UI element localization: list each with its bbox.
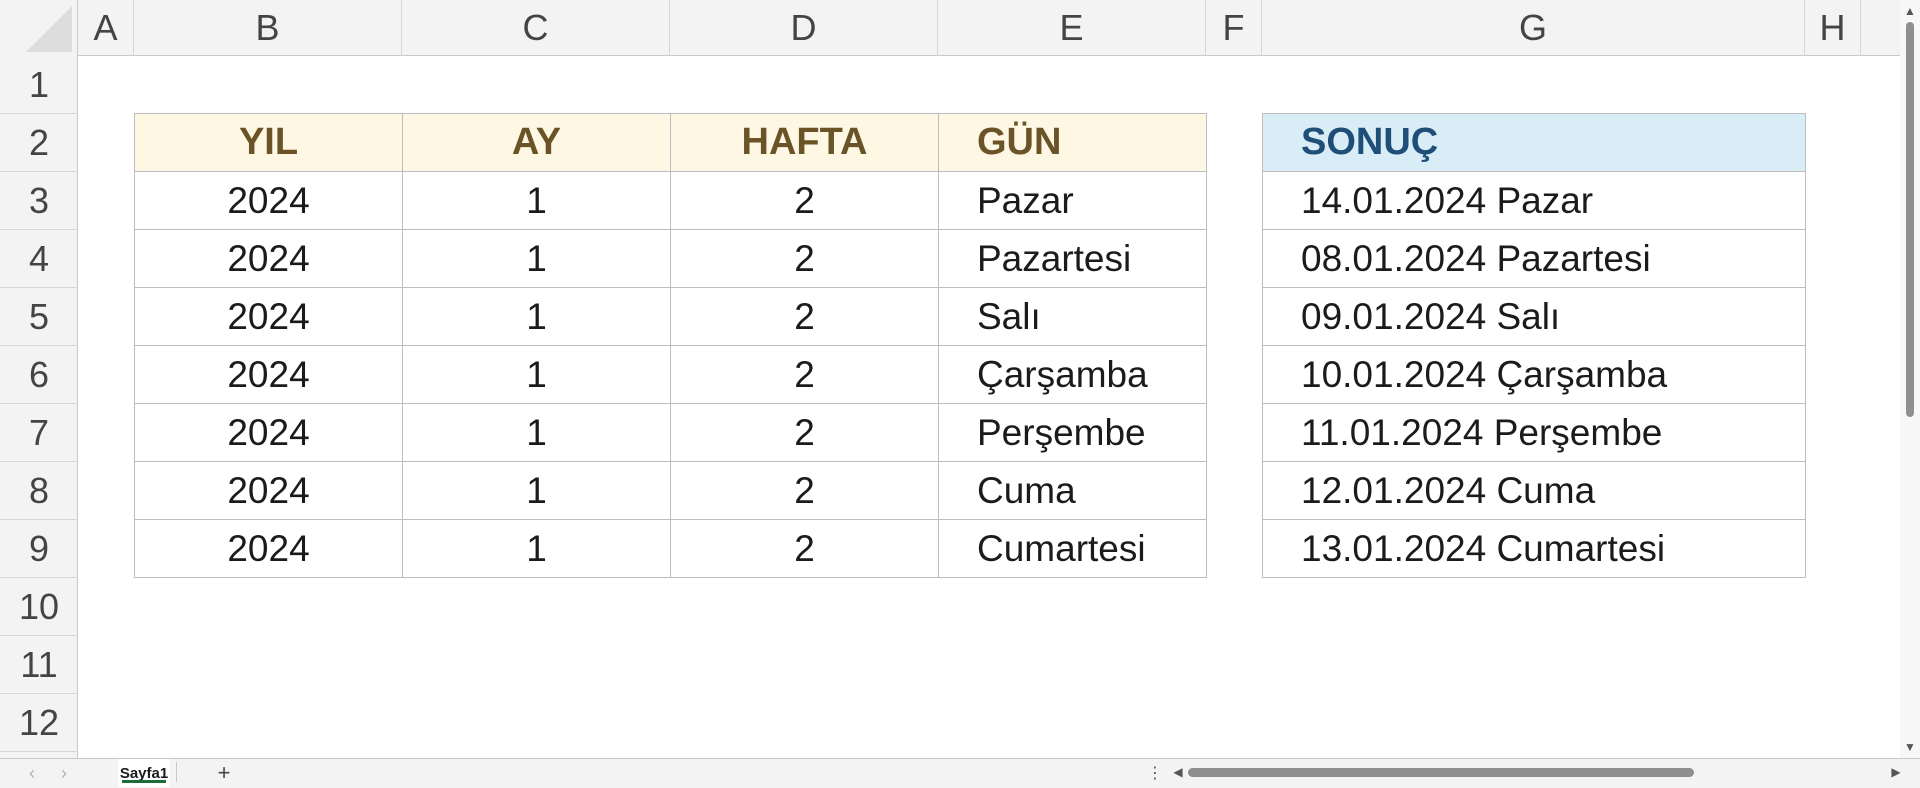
- cell-sonuc[interactable]: 12.01.2024 Cuma: [1263, 462, 1806, 520]
- column-header-e[interactable]: E: [938, 0, 1206, 56]
- row-header-4[interactable]: 4: [0, 230, 78, 288]
- cell-ay[interactable]: 1: [403, 346, 671, 404]
- cell-sonuc[interactable]: 13.01.2024 Cumartesi: [1263, 520, 1806, 578]
- cell-sonuc[interactable]: 11.01.2024 Perşembe: [1263, 404, 1806, 462]
- row-header-7[interactable]: 7: [0, 404, 78, 462]
- cell-gun[interactable]: Cuma: [939, 462, 1207, 520]
- vertical-dots-icon[interactable]: ⋮: [1147, 760, 1163, 786]
- plus-icon[interactable]: +: [210, 759, 238, 787]
- cell-gun[interactable]: Cumartesi: [939, 520, 1207, 578]
- column-header-a[interactable]: A: [78, 0, 134, 56]
- header-gun[interactable]: GÜN: [939, 114, 1207, 172]
- column-header-b[interactable]: B: [134, 0, 402, 56]
- cell-hafta[interactable]: 2: [671, 404, 939, 462]
- column-header-f[interactable]: F: [1206, 0, 1262, 56]
- row-header-6[interactable]: 6: [0, 346, 78, 404]
- row-header-11[interactable]: 11: [0, 636, 78, 694]
- row-header-3[interactable]: 3: [0, 172, 78, 230]
- cell-yil[interactable]: 2024: [135, 172, 403, 230]
- column-header-d[interactable]: D: [670, 0, 938, 56]
- cell-ay[interactable]: 1: [403, 520, 671, 578]
- tab-divider: [176, 762, 177, 782]
- cell-hafta[interactable]: 2: [671, 462, 939, 520]
- cell-hafta[interactable]: 2: [671, 172, 939, 230]
- column-header-h[interactable]: H: [1805, 0, 1861, 56]
- row-header-2[interactable]: 2: [0, 114, 78, 172]
- header-sonuc[interactable]: SONUÇ: [1263, 114, 1806, 172]
- row-header-10[interactable]: 10: [0, 578, 78, 636]
- cell-hafta[interactable]: 2: [671, 230, 939, 288]
- cell-ay[interactable]: 1: [403, 462, 671, 520]
- cell-ay[interactable]: 1: [403, 230, 671, 288]
- row-header-8[interactable]: 8: [0, 462, 78, 520]
- scroll-up-arrow-icon[interactable]: ▲: [1903, 4, 1917, 18]
- cell-yil[interactable]: 2024: [135, 404, 403, 462]
- select-all-triangle-icon: [26, 6, 72, 52]
- cell-ay[interactable]: 1: [403, 404, 671, 462]
- cell-hafta[interactable]: 2: [671, 346, 939, 404]
- chevron-left-icon[interactable]: ‹: [20, 760, 44, 786]
- cell-hafta[interactable]: 2: [671, 288, 939, 346]
- cell-hafta[interactable]: 2: [671, 520, 939, 578]
- active-sheet-indicator: [122, 780, 166, 783]
- scroll-down-arrow-icon[interactable]: ▼: [1903, 740, 1917, 754]
- cell-sonuc[interactable]: 08.01.2024 Pazartesi: [1263, 230, 1806, 288]
- cell-ay[interactable]: 1: [403, 288, 671, 346]
- row-header-9[interactable]: 9: [0, 520, 78, 578]
- row-header-1[interactable]: 1: [0, 56, 78, 114]
- cell-ay[interactable]: 1: [403, 172, 671, 230]
- cell-yil[interactable]: 2024: [135, 520, 403, 578]
- scroll-left-arrow-icon[interactable]: ◀: [1168, 762, 1188, 782]
- cell-gun[interactable]: Perşembe: [939, 404, 1207, 462]
- horizontal-scroll-thumb[interactable]: [1188, 768, 1694, 777]
- row-header-5[interactable]: 5: [0, 288, 78, 346]
- cell-sonuc[interactable]: 09.01.2024 Salı: [1263, 288, 1806, 346]
- cell-sonuc[interactable]: 14.01.2024 Pazar: [1263, 172, 1806, 230]
- vertical-scroll-thumb[interactable]: [1906, 22, 1914, 417]
- cell-yil[interactable]: 2024: [135, 462, 403, 520]
- cell-gun[interactable]: Salı: [939, 288, 1207, 346]
- column-header-c[interactable]: C: [402, 0, 670, 56]
- chevron-right-icon[interactable]: ›: [52, 760, 76, 786]
- header-yil[interactable]: YIL: [135, 114, 403, 172]
- cell-gun[interactable]: Pazar: [939, 172, 1207, 230]
- cell-yil[interactable]: 2024: [135, 288, 403, 346]
- cell-sonuc[interactable]: 10.01.2024 Çarşamba: [1263, 346, 1806, 404]
- cell-yil[interactable]: 2024: [135, 230, 403, 288]
- cell-yil[interactable]: 2024: [135, 346, 403, 404]
- row-header-12[interactable]: 12: [0, 694, 78, 752]
- cell-gun[interactable]: Pazartesi: [939, 230, 1207, 288]
- scroll-right-arrow-icon[interactable]: ▶: [1886, 762, 1906, 782]
- header-hafta[interactable]: HAFTA: [671, 114, 939, 172]
- header-ay[interactable]: AY: [403, 114, 671, 172]
- cell-gun[interactable]: Çarşamba: [939, 346, 1207, 404]
- column-header-g[interactable]: G: [1262, 0, 1805, 56]
